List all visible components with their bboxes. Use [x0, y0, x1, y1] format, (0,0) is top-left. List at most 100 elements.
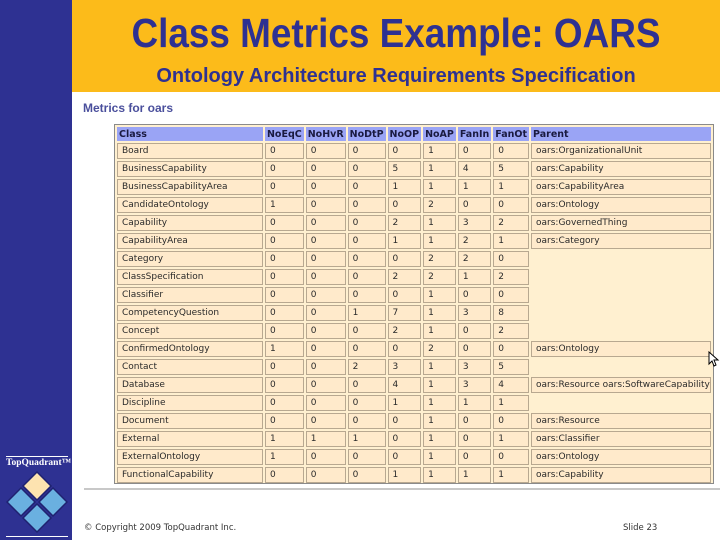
- cell-nodtp: 0: [347, 179, 386, 195]
- cell-nodtp: 0: [347, 377, 386, 393]
- cell-class: FunctionalCapability: [117, 467, 263, 483]
- cell-parent: [531, 359, 711, 375]
- table-row[interactable]: FunctionalCapability 0 0 0 1 1 1 1 oars:Capabili…: [117, 467, 711, 483]
- cell-noap: 1: [423, 449, 456, 465]
- cell-nodtp: 0: [347, 269, 386, 285]
- cell-class: External: [117, 431, 263, 447]
- cell-nodtp: 0: [347, 143, 386, 159]
- cell-nodtp: 0: [347, 341, 386, 357]
- cell-class: Capability: [117, 215, 263, 231]
- cell-nohvr: 1: [305, 431, 346, 447]
- cell-parent: oars:GovernedThing: [531, 215, 711, 231]
- cell-noeqc: 0: [264, 395, 304, 411]
- table-row[interactable]: Concept 0 0 0 2 1 0 2: [117, 323, 711, 339]
- column-header-nodtp[interactable]: NoDtP: [347, 127, 386, 141]
- table-row[interactable]: Discipline 0 0 0 1 1 1 1: [117, 395, 711, 411]
- column-header-class[interactable]: Class: [117, 127, 263, 141]
- column-header-nohvr[interactable]: NoHvR: [305, 127, 346, 141]
- cell-class: Board: [117, 143, 263, 159]
- cell-noeqc: 0: [264, 377, 304, 393]
- mouse-pointer-icon: [708, 351, 720, 367]
- table-row[interactable]: Category 0 0 0 0 2 2 0: [117, 251, 711, 267]
- cell-noeqc: 0: [264, 413, 304, 429]
- table-row[interactable]: Classifier 0 0 0 0 1 0 0: [117, 287, 711, 303]
- cell-fanin: 1: [457, 269, 492, 285]
- cell-nohvr: 0: [305, 161, 346, 177]
- cell-fanin: 0: [457, 323, 492, 339]
- cell-nohvr: 0: [305, 197, 346, 213]
- cell-fanot: 5: [493, 161, 530, 177]
- cell-noap: 1: [423, 287, 456, 303]
- table-row[interactable]: ExternalOntology 1 0 0 0 1 0 0 oars:Ontology: [117, 449, 711, 465]
- table-row[interactable]: External 1 1 1 0 1 0 1 oars:Classifier: [117, 431, 711, 447]
- table-body: Board 0 0 0 0 1 0 0 oars:OrganizationalUnit Busin…: [117, 143, 711, 483]
- cell-class: ClassSpecification: [117, 269, 263, 285]
- cell-noeqc: 0: [264, 215, 304, 231]
- logo-text: TopQuadrant™: [6, 456, 72, 468]
- metrics-heading: Metrics for oars: [83, 101, 174, 115]
- cell-class: Category: [117, 251, 263, 267]
- cell-fanot: 0: [493, 287, 530, 303]
- cell-nodtp: 0: [347, 323, 386, 339]
- table-row[interactable]: BusinessCapabilityArea 0 0 0 1 1 1 1 oars:Capabi…: [117, 179, 711, 195]
- cell-nodtp: 1: [347, 305, 386, 321]
- cell-noop: 4: [387, 377, 422, 393]
- cell-noap: 2: [423, 269, 456, 285]
- cell-noop: 0: [387, 197, 422, 213]
- table-row[interactable]: ConfirmedOntology 1 0 0 0 2 0 0 oars:Ontology: [117, 341, 711, 357]
- cell-parent: [531, 395, 711, 411]
- cell-class: BusinessCapability: [117, 161, 263, 177]
- cell-fanin: 2: [457, 251, 492, 267]
- cell-noeqc: 1: [264, 431, 304, 447]
- cell-fanot: 2: [493, 323, 530, 339]
- table-row[interactable]: Contact 0 0 2 3 1 3 5: [117, 359, 711, 375]
- cell-fanot: 2: [493, 269, 530, 285]
- cell-nohvr: 0: [305, 215, 346, 231]
- table-row[interactable]: Capability 0 0 0 2 1 3 2 oars:GovernedThing: [117, 215, 711, 231]
- table-row[interactable]: Database 0 0 0 4 1 3 4 oars:Resource oars:Softwa…: [117, 377, 711, 393]
- cell-nohvr: 0: [305, 377, 346, 393]
- column-header-parent[interactable]: Parent: [531, 127, 711, 141]
- table-row[interactable]: CapabilityArea 0 0 0 1 1 2 1 oars:Category: [117, 233, 711, 249]
- topquadrant-logo: TopQuadrant™: [6, 456, 72, 540]
- column-header-noap[interactable]: NoAP: [423, 127, 456, 141]
- cell-parent: oars:Resource oars:SoftwareCapability: [531, 377, 711, 393]
- cell-noeqc: 0: [264, 323, 304, 339]
- cell-class: BusinessCapabilityArea: [117, 179, 263, 195]
- cell-nodtp: 2: [347, 359, 386, 375]
- table-row[interactable]: ClassSpecification 0 0 0 2 2 1 2: [117, 269, 711, 285]
- cell-nohvr: 0: [305, 413, 346, 429]
- column-header-fanin[interactable]: FanIn: [457, 127, 492, 141]
- table-row[interactable]: BusinessCapability 0 0 0 5 1 4 5 oars:Capability: [117, 161, 711, 177]
- cell-noeqc: 1: [264, 197, 304, 213]
- cell-class: CompetencyQuestion: [117, 305, 263, 321]
- cell-parent: [531, 287, 711, 303]
- cell-fanot: 4: [493, 377, 530, 393]
- column-header-fanot[interactable]: FanOt: [493, 127, 530, 141]
- table-row[interactable]: Document 0 0 0 0 1 0 0 oars:Resource: [117, 413, 711, 429]
- cell-noap: 1: [423, 395, 456, 411]
- cell-parent: oars:Classifier: [531, 431, 711, 447]
- cell-noeqc: 0: [264, 287, 304, 303]
- cell-class: CapabilityArea: [117, 233, 263, 249]
- table-row[interactable]: CandidateOntology 1 0 0 0 2 0 0 oars:Ontology: [117, 197, 711, 213]
- cell-fanot: 0: [493, 413, 530, 429]
- cell-nodtp: 0: [347, 233, 386, 249]
- cell-parent: [531, 269, 711, 285]
- cell-fanin: 2: [457, 233, 492, 249]
- cell-fanot: 5: [493, 359, 530, 375]
- column-header-noeqc[interactable]: NoEqC: [264, 127, 304, 141]
- table-row[interactable]: Board 0 0 0 0 1 0 0 oars:OrganizationalUnit: [117, 143, 711, 159]
- footer-copyright: © Copyright 2009 TopQuadrant Inc.: [84, 523, 237, 533]
- cell-noeqc: 0: [264, 359, 304, 375]
- table-row[interactable]: CompetencyQuestion 0 0 1 7 1 3 8: [117, 305, 711, 321]
- cell-parent: oars:Category: [531, 233, 711, 249]
- cell-class: Concept: [117, 323, 263, 339]
- cell-fanin: 0: [457, 287, 492, 303]
- cell-nodtp: 0: [347, 215, 386, 231]
- cell-class: ConfirmedOntology: [117, 341, 263, 357]
- cell-noop: 5: [387, 161, 422, 177]
- cell-parent: oars:Capability: [531, 467, 711, 483]
- column-header-noop[interactable]: NoOP: [387, 127, 422, 141]
- cell-fanot: 1: [493, 431, 530, 447]
